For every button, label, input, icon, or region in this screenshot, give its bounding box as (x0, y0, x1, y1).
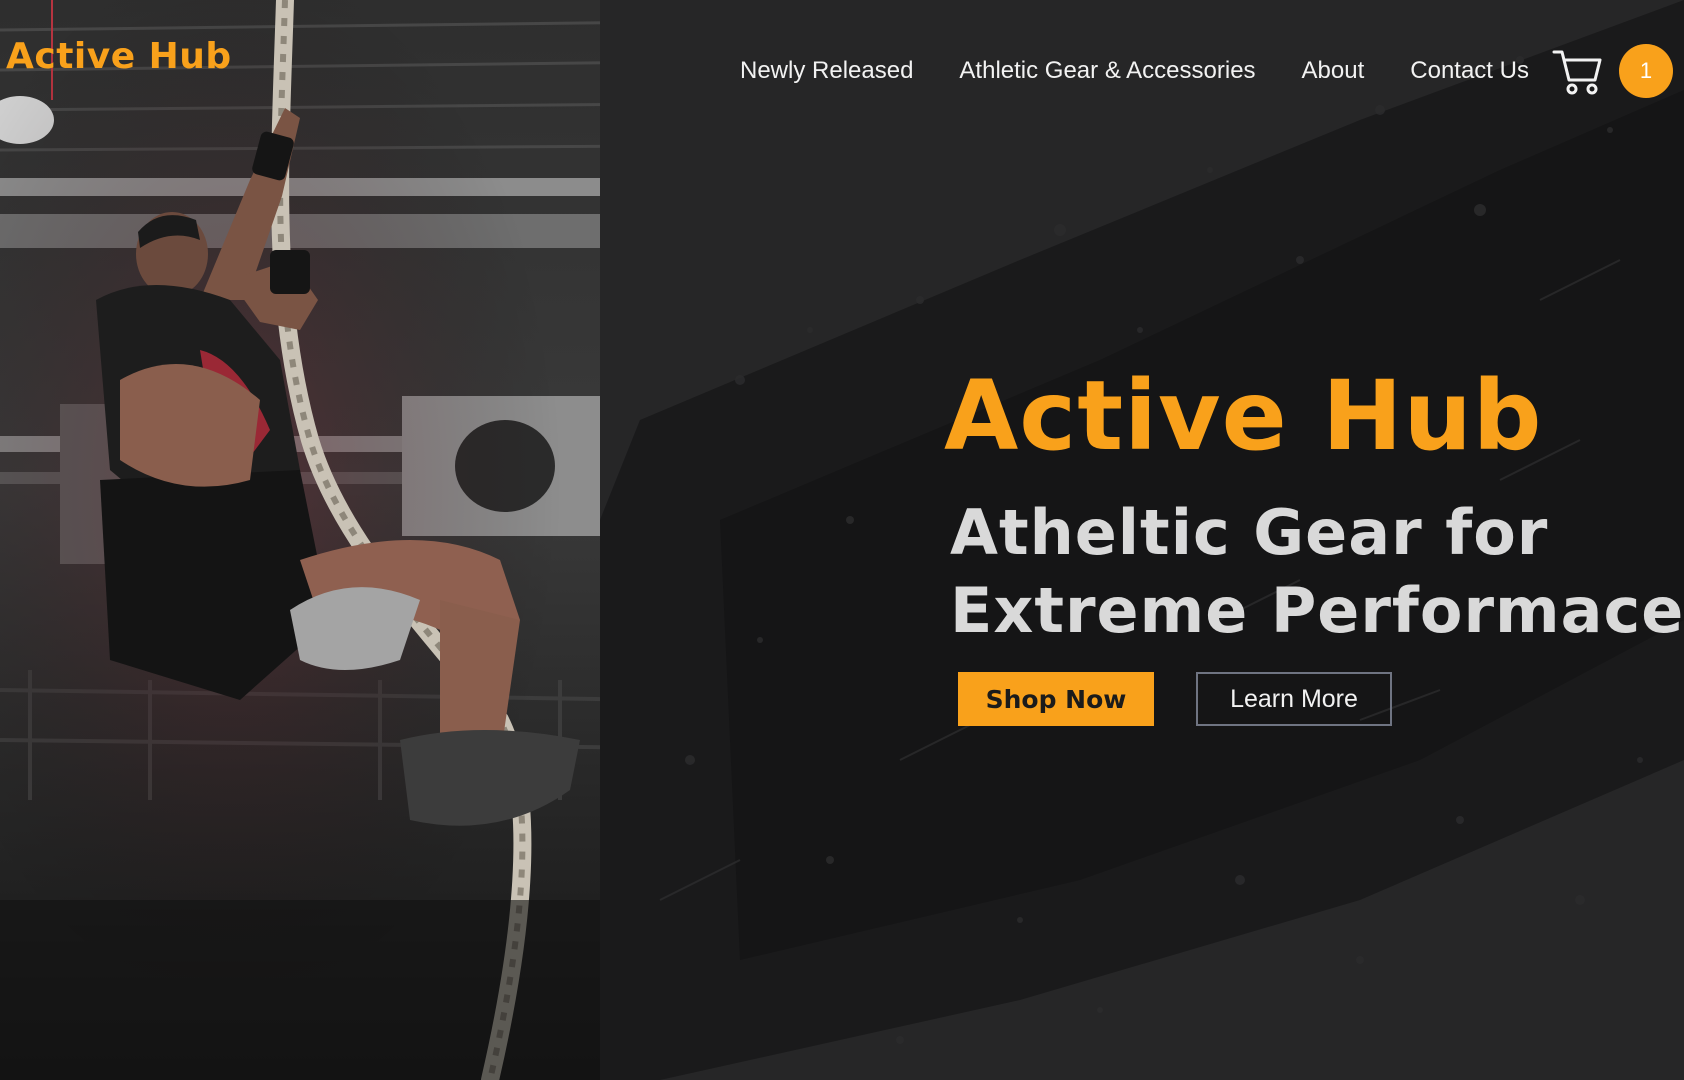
hero-athlete-image (0, 0, 662, 1080)
nav-link-about[interactable]: About (1302, 45, 1365, 97)
nav-link-athletic-gear[interactable]: Athletic Gear & Accessories (959, 45, 1255, 97)
main-nav: Newly Released Athletic Gear & Accessori… (740, 44, 1673, 98)
shopping-cart-icon[interactable] (1551, 45, 1603, 97)
learn-more-button[interactable]: Learn More (1196, 672, 1392, 726)
brand-logo[interactable]: Active Hub (6, 36, 232, 77)
hero-subtitle: Atheltic Gear for Extreme Performace (950, 496, 1684, 647)
nav-link-newly-released[interactable]: Newly Released (740, 45, 913, 97)
cart-count-badge[interactable]: 1 (1618, 44, 1673, 98)
hero-title: Active Hub (944, 360, 1543, 472)
shop-now-button[interactable]: Shop Now (958, 672, 1154, 726)
hero-buttons: Shop Now Learn More (958, 672, 1392, 726)
landing-page: Active Hub Newly Released Athletic Gear … (0, 0, 1684, 1080)
nav-link-contact-us[interactable]: Contact Us (1410, 45, 1529, 97)
